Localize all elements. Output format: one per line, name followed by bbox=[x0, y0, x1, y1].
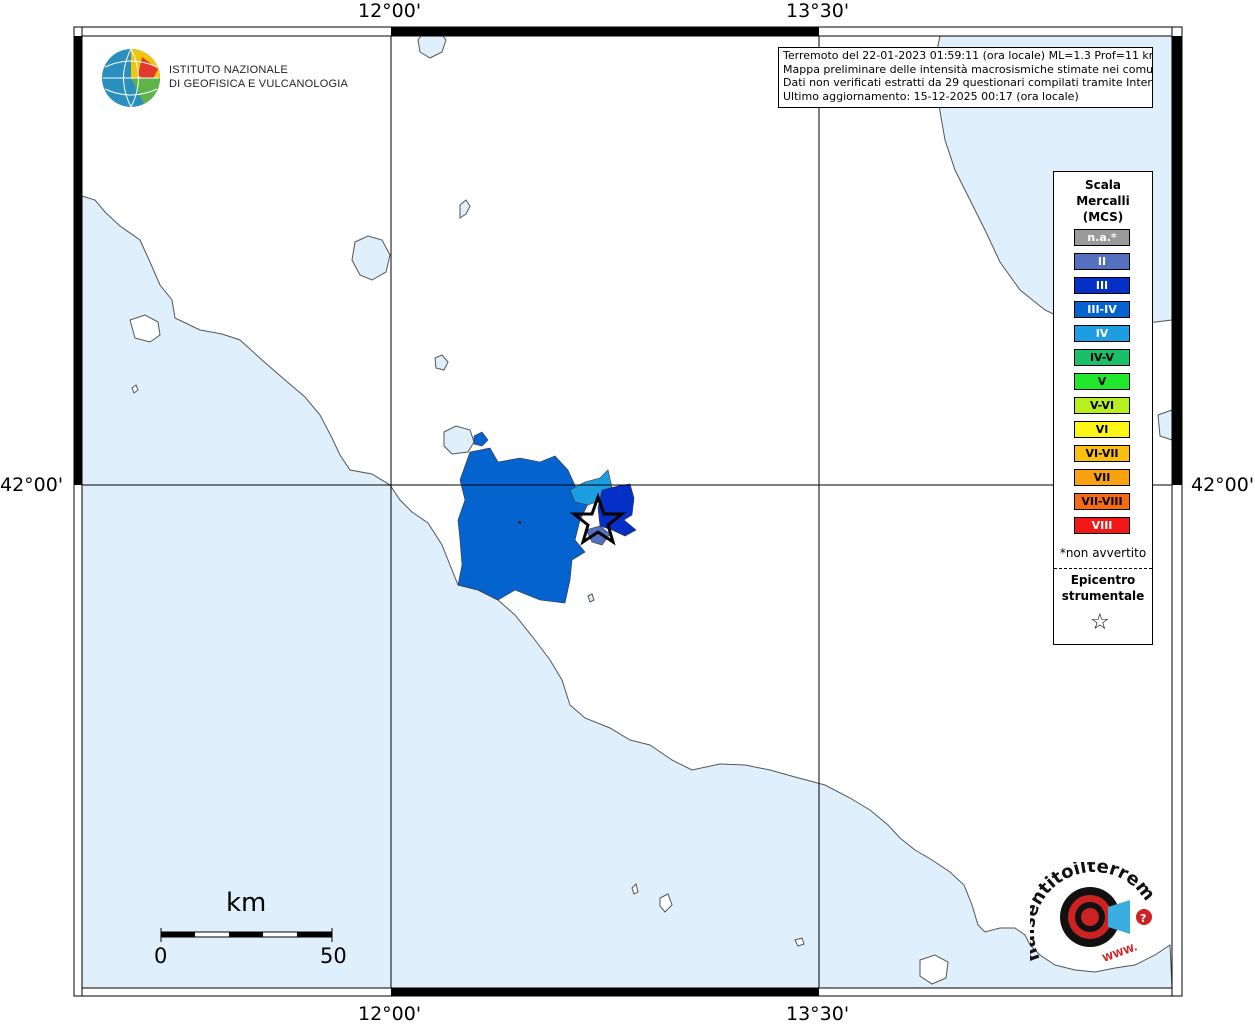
legend-item-iii-iv: III-IV bbox=[1074, 301, 1130, 318]
legend-epicenter-label: Epicentro strumentale bbox=[1054, 572, 1152, 604]
legend-item-ii: II bbox=[1074, 253, 1130, 270]
event-info-box: Terremoto del 22-01-2023 01:59:11 (ora l… bbox=[778, 47, 1153, 108]
legend-item-iv: IV bbox=[1074, 325, 1130, 342]
legend-epicenter-line: strumentale bbox=[1061, 589, 1145, 603]
scalebar-max: 50 bbox=[320, 944, 347, 968]
legend-item-n-a: n.a.* bbox=[1074, 229, 1130, 246]
ingv-logo-line2: DI GEOFISICA E VULCANOLOGIA bbox=[169, 78, 348, 90]
legend-item-iv-v: IV-V bbox=[1074, 349, 1130, 366]
legend-item-vi-vii: VI-VII bbox=[1074, 445, 1130, 462]
lat-label-east: 42°00' bbox=[1191, 474, 1255, 496]
lon-label-bottom-west: 12°00' bbox=[358, 1003, 422, 1025]
frame-bar-bottom bbox=[391, 988, 819, 996]
legend-item-vii: VII bbox=[1074, 469, 1130, 486]
frame-bar-left bbox=[74, 36, 82, 485]
frame-bar-top bbox=[391, 27, 819, 36]
sea-east-patch bbox=[1157, 409, 1173, 441]
ingv-logo-line1: ISTITUTO NAZIONALE bbox=[169, 64, 288, 76]
lon-label-top-west: 12°00' bbox=[358, 0, 422, 22]
legend-title-line: Scala bbox=[1084, 178, 1122, 192]
legend-epicenter-line: Epicentro bbox=[1070, 573, 1136, 587]
lat-label-west: 42°00' bbox=[0, 474, 64, 496]
ingv-logo-text: ISTITUTO NAZIONALE DI GEOFISICA E VULCAN… bbox=[169, 63, 348, 91]
legend-item-viii: VIII bbox=[1074, 517, 1130, 534]
legend-title: Scala Mercalli (MCS) bbox=[1054, 177, 1152, 225]
scalebar-min: 0 bbox=[154, 944, 168, 968]
mcs-legend: Scala Mercalli (MCS) n.a.* II III III-IV IV I… bbox=[1053, 171, 1153, 645]
ingv-globe-logo bbox=[102, 48, 161, 108]
svg-text:?: ? bbox=[1140, 912, 1146, 925]
legend-note: *non avvertito bbox=[1059, 546, 1147, 560]
lake-bracciano-like bbox=[443, 425, 475, 455]
lon-label-top-east: 13°30' bbox=[786, 0, 850, 22]
legend-title-line: Mercalli bbox=[1076, 194, 1130, 208]
frame-bar-right bbox=[1172, 36, 1182, 485]
haisentito-www: WWW. bbox=[1101, 942, 1139, 965]
haisentito-logo: haisentitoilterremoto.it ? WWW. bbox=[1030, 862, 1159, 965]
scalebar-unit: km bbox=[226, 888, 267, 918]
legend-item-vii-viii: VII-VIII bbox=[1074, 493, 1130, 510]
legend-star-icon: ☆ bbox=[1090, 610, 1110, 635]
event-info-line: Terremoto del 22-01-2023 01:59:11 (ora l… bbox=[783, 49, 1153, 62]
city-marker bbox=[518, 521, 521, 524]
lon-label-bottom-east: 13°30' bbox=[786, 1003, 850, 1025]
event-info-line: Mappa preliminare delle intensità macros… bbox=[783, 62, 1153, 76]
legend-item-vi: VI bbox=[1074, 421, 1130, 438]
legend-divider bbox=[1054, 568, 1152, 569]
legend-item-iii: III bbox=[1074, 277, 1130, 294]
event-info-line: Dati non verificati estratti da 29 quest… bbox=[783, 76, 1153, 89]
legend-item-v: V bbox=[1074, 373, 1130, 390]
legend-item-v-vi: V-VI bbox=[1074, 397, 1130, 414]
legend-title-line: (MCS) bbox=[1082, 210, 1124, 224]
event-info-line: Ultimo aggiornamento: 15-12-2025 00:17 (… bbox=[783, 89, 1079, 103]
